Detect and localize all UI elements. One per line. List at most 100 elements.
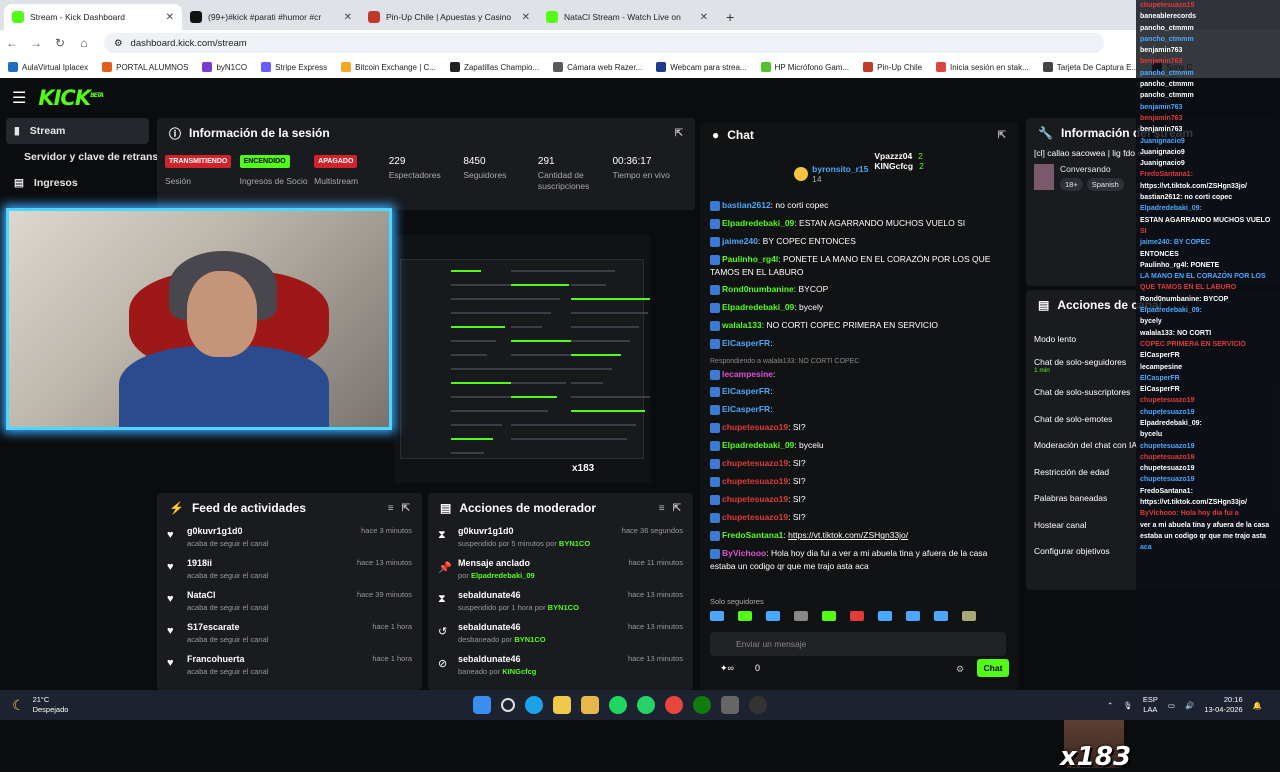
feed-username[interactable]: g0kuvr1g1d0 [187,526,353,536]
emote-icon[interactable] [822,611,836,621]
moderator-name[interactable]: BYN1CO [559,539,590,548]
emote-icon[interactable] [934,611,948,621]
windows-start-icon[interactable] [473,696,492,714]
feed-username[interactable]: 1918ii [187,558,349,568]
chat-username[interactable]: Elpadredebaki_09 [722,302,794,312]
whatsapp-icon[interactable] [637,696,656,714]
network-icon[interactable]: ▭ [1168,701,1175,710]
bookmark-item[interactable]: Zapatillas Champio... [449,62,539,72]
emote-icon[interactable] [850,611,864,621]
moderator-name[interactable]: Elpadredebaki_09 [471,571,535,580]
browser-tab[interactable]: Stream - Kick Dashboard ✕ [4,4,182,30]
chat-username[interactable]: ElCasperFR [722,338,770,348]
feed-username[interactable]: S17escarate [187,622,364,632]
url-field[interactable]: ⚙ dashboard.kick.com/stream [104,33,1104,53]
chat-username[interactable]: Elpadredebaki_09 [722,218,794,228]
emote-icon[interactable] [738,611,752,621]
folder-icon[interactable] [581,696,600,714]
bookmark-item[interactable]: AulaVirtual Iplacex [8,62,88,72]
emote-icon[interactable] [766,611,780,621]
chat-username[interactable]: ElCasperFR [722,386,770,396]
bookmark-item[interactable]: PORTAL ALUMNOS [102,62,188,72]
obs-icon[interactable] [749,696,768,714]
tag-chip[interactable]: Spanish [1086,178,1124,191]
emote-icon[interactable] [878,611,892,621]
moderator-name[interactable]: BYN1CO [514,635,545,644]
filter-icon[interactable]: ≡ [388,503,394,514]
emote-icon[interactable] [794,611,808,621]
chat-username[interactable]: Rond0numbanine [722,284,794,294]
points-icon[interactable]: ✦∞ [720,663,734,674]
bookmark-item[interactable]: byN1CO [202,62,247,72]
close-icon[interactable]: ✕ [522,12,530,23]
browser-tab[interactable]: Pin-Up Chile | Apuestas y Casino ✕ [360,4,538,30]
send-chat-button[interactable]: Chat [977,659,1009,677]
emote-icon[interactable] [962,611,976,621]
reload-icon[interactable]: ↻ [48,36,72,50]
emote-bar[interactable] [710,611,976,621]
bookmark-item[interactable]: Pin-Up Chile [863,62,922,72]
popout-icon[interactable]: ⇱ [675,128,683,139]
tag-chip[interactable]: 18+ [1060,178,1083,191]
close-icon[interactable]: ✕ [344,12,352,23]
sidebar-item-ingresos[interactable]: ▤ Ingresos [0,170,155,196]
chat-username[interactable]: Paulinho_rg4l [722,254,778,264]
close-icon[interactable]: ✕ [166,12,174,23]
settings-icon[interactable]: ⚙ [956,664,964,675]
bookmark-item[interactable]: Cámara web Razer... [553,62,642,72]
filter-icon[interactable]: ≡ [659,503,665,514]
site-info-icon[interactable]: ⚙ [114,38,123,49]
sidebar-item-server-key[interactable]: Servidor y clave de retransmisión [0,144,192,170]
chat-username[interactable]: chupetesuazo19 [722,458,788,468]
search-icon[interactable] [501,698,516,712]
xbox-icon[interactable] [693,696,712,714]
chat-username[interactable]: chupetesuazo19 [722,512,788,522]
browser-tab[interactable]: NataCl Stream - Watch Live on ✕ [538,4,716,30]
sidebar-item-stream[interactable]: ▮ Stream [6,118,149,144]
gift-count[interactable]: 0 [755,663,760,673]
menu-icon[interactable]: ☰ [12,88,26,108]
kick-logo[interactable]: KICKBETA [38,86,104,110]
gifter-name[interactable]: Vpazzz04 [874,151,912,161]
chat-username[interactable]: lecampesine [722,369,773,379]
chat-username[interactable]: walala133 [722,320,762,330]
mod-target[interactable]: g0kuvr1g1d0 [458,526,614,536]
bookmark-item[interactable]: HP Micrófono Gam... [760,62,849,72]
weather-widget[interactable]: 21°C Despejado [33,695,69,715]
feed-username[interactable]: NataCl [187,590,349,600]
emote-icon[interactable] [710,611,724,621]
moderator-name[interactable]: KINGcfcg [502,667,536,676]
chrome-icon[interactable] [665,696,684,714]
chevron-up-icon[interactable]: ⌃ [1107,701,1113,710]
mod-target[interactable]: sebaldunate46 [458,590,620,600]
chat-username[interactable]: chupetesuazo19 [722,422,788,432]
spotify-icon[interactable] [609,696,628,714]
popout-icon[interactable]: ⇱ [998,130,1006,141]
browser-tab[interactable]: (99+)#kick #parati #humor #cr ✕ [182,4,360,30]
bookmark-item[interactable]: Bitcoin Exchange | C... [341,62,436,72]
app-icon[interactable] [721,696,740,714]
close-icon[interactable]: ✕ [700,12,708,23]
mic-icon[interactable]: 🎙 [1123,701,1133,710]
chat-message-input[interactable]: Enviar un mensaje [710,632,1006,656]
gifter-name[interactable]: byronsito_r15 [812,164,868,174]
feed-username[interactable]: Francohuerta [187,654,364,664]
chat-username[interactable]: FredoSantana1 [722,530,783,540]
chat-username[interactable]: ByVichooo [722,548,766,558]
back-icon[interactable]: ← [0,36,24,50]
chat-username[interactable]: Elpadredebaki_09 [722,440,794,450]
gifter-name[interactable]: KINGcfcg [874,161,913,171]
popout-icon[interactable]: ⇱ [673,503,681,514]
forward-icon[interactable]: → [24,36,48,50]
input-language[interactable]: ESP LAA [1143,695,1158,715]
bookmark-item[interactable]: Stripe Express [261,62,327,72]
emote-icon[interactable] [906,611,920,621]
chat-username[interactable]: chupetesuazo19 [722,476,788,486]
mod-target[interactable]: Mensaje anclado [458,558,621,568]
moderator-name[interactable]: BYN1CO [548,603,579,612]
chat-username[interactable]: chupetesuazo19 [722,494,788,504]
bookmark-item[interactable]: Webcam para strea... [656,62,747,72]
home-icon[interactable]: ⌂ [72,36,96,50]
new-tab-icon[interactable]: + [716,4,744,30]
mod-target[interactable]: sebaldunate46 [458,622,620,632]
